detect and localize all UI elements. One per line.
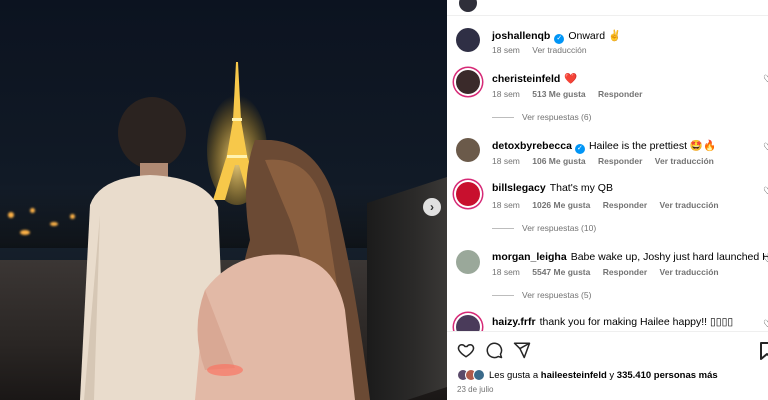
comment-username[interactable]: billslegacy bbox=[492, 182, 546, 194]
likes-summary: Les gusta a haileesteinfeld y 335.410 pe… bbox=[457, 369, 718, 381]
comment-body: ❤️ bbox=[564, 73, 578, 85]
avatar[interactable] bbox=[456, 28, 480, 52]
translate-link[interactable]: Ver traducción bbox=[532, 45, 586, 55]
comment-meta: 18 sem 513 Me gusta Responder bbox=[492, 89, 652, 99]
comment-likes[interactable]: 106 Me gusta bbox=[532, 156, 585, 166]
next-photo-button[interactable]: › bbox=[423, 198, 441, 216]
woman-figure bbox=[195, 140, 370, 400]
heart-icon[interactable]: ♡ bbox=[763, 186, 768, 197]
comment-meta: 18 sem 5547 Me gusta Responder Ver tradu… bbox=[492, 267, 729, 277]
post-photo: › bbox=[0, 0, 447, 400]
heart-icon[interactable]: ♡ bbox=[763, 142, 768, 153]
city-light bbox=[8, 212, 14, 218]
comment-text: morgan_leigha Babe wake up, Joshy just ha… bbox=[492, 251, 768, 263]
view-replies-label[interactable]: Ver respuestas (5) bbox=[522, 290, 591, 300]
post-footer: Les gusta a haileesteinfeld y 335.410 pe… bbox=[447, 331, 768, 400]
caption-text: joshallenqb ✓ Onward ✌️ bbox=[492, 29, 621, 44]
comment-username[interactable]: morgan_leigha bbox=[492, 251, 567, 263]
caption-username[interactable]: joshallenqb bbox=[492, 30, 550, 42]
city-light bbox=[20, 230, 30, 235]
like-icon[interactable] bbox=[457, 341, 475, 359]
replies-line bbox=[492, 295, 514, 297]
city-light bbox=[50, 222, 58, 226]
avatar[interactable] bbox=[456, 250, 480, 274]
comment-meta: 18 sem 1026 Me gusta Responder Ver tradu… bbox=[492, 200, 729, 210]
comment-body: Hailee is the prettiest 🤩🔥 bbox=[588, 140, 717, 152]
caption-meta: 18 sem Ver traducción bbox=[492, 45, 597, 55]
comment-body: That's my QB bbox=[549, 182, 613, 194]
comment-time: 18 sem bbox=[492, 156, 520, 166]
reply-button[interactable]: Responder bbox=[603, 267, 647, 277]
translate-link[interactable]: Ver traducción bbox=[660, 267, 719, 277]
replies-line bbox=[492, 117, 514, 119]
view-replies[interactable]: Ver respuestas (10) bbox=[492, 223, 596, 233]
avatar[interactable] bbox=[456, 138, 480, 162]
likes-prefix: Les gusta a bbox=[489, 369, 539, 381]
avatar[interactable] bbox=[459, 0, 477, 12]
likes-count[interactable]: 335.410 personas más bbox=[617, 370, 718, 381]
heart-icon[interactable]: ♡ bbox=[763, 74, 768, 85]
avatar bbox=[473, 369, 485, 381]
city-light bbox=[70, 214, 75, 219]
comment-username[interactable]: haizy.frfr bbox=[492, 316, 536, 328]
avatar[interactable] bbox=[456, 70, 480, 94]
post-date: 23 de julio bbox=[457, 385, 494, 394]
heart-icon[interactable]: ♡ bbox=[763, 254, 768, 265]
view-replies[interactable]: Ver respuestas (5) bbox=[492, 290, 591, 300]
replies-line bbox=[492, 228, 514, 230]
comment-username[interactable]: cheristeinfeld bbox=[492, 73, 560, 85]
view-replies-label[interactable]: Ver respuestas (6) bbox=[522, 112, 591, 122]
panel-top-strip bbox=[447, 0, 768, 16]
comments-panel: joshallenqb ✓ Onward ✌️ 18 sem Ver traducc… bbox=[447, 0, 768, 400]
view-replies-label[interactable]: Ver respuestas (10) bbox=[522, 223, 596, 233]
reply-button[interactable]: Responder bbox=[598, 156, 642, 166]
comment-time: 18 sem bbox=[492, 89, 520, 99]
heart-icon[interactable]: ♡ bbox=[763, 319, 768, 330]
caption-time: 18 sem bbox=[492, 45, 520, 55]
comment-likes[interactable]: 5547 Me gusta bbox=[532, 267, 590, 277]
comment-time: 18 sem bbox=[492, 200, 520, 210]
share-icon[interactable] bbox=[513, 341, 531, 359]
comment-username[interactable]: detoxbyrebecca bbox=[492, 140, 572, 152]
comment-icon[interactable] bbox=[485, 341, 503, 359]
comment-text: detoxbyrebecca ✓ Hailee is the prettiest 🤩… bbox=[492, 139, 716, 154]
city-light bbox=[30, 208, 35, 213]
reply-button[interactable]: Responder bbox=[603, 200, 647, 210]
comment-meta: 18 sem 106 Me gusta Responder Ver traduc… bbox=[492, 156, 724, 166]
likes-text: Les gusta a haileesteinfeld y 335.410 pe… bbox=[489, 370, 718, 381]
comment-text: cheristeinfeld ❤️ bbox=[492, 72, 577, 85]
reply-button[interactable]: Responder bbox=[598, 89, 642, 99]
comment-text: billslegacy That's my QB bbox=[492, 182, 613, 194]
likes-middle: y bbox=[609, 369, 615, 381]
comment-likes[interactable]: 1026 Me gusta bbox=[532, 200, 590, 210]
comment-time: 18 sem bbox=[492, 267, 520, 277]
comment-body: Babe wake up, Joshy just hard launched H… bbox=[570, 251, 768, 263]
avatar[interactable] bbox=[456, 182, 480, 206]
comment-body: thank you for making Hailee happy!! ▯▯▯▯ bbox=[539, 316, 734, 328]
likes-user[interactable]: haileesteinfeld bbox=[541, 370, 607, 381]
verified-icon: ✓ bbox=[574, 144, 585, 154]
translate-link[interactable]: Ver traducción bbox=[655, 156, 714, 166]
comment-likes[interactable]: 513 Me gusta bbox=[532, 89, 585, 99]
caption-body: Onward ✌️ bbox=[568, 30, 622, 42]
translate-link[interactable]: Ver traducción bbox=[660, 200, 719, 210]
chevron-right-icon: › bbox=[430, 200, 434, 214]
view-replies[interactable]: Ver respuestas (6) bbox=[492, 112, 591, 122]
action-bar bbox=[457, 341, 531, 361]
verified-icon: ✓ bbox=[554, 34, 565, 44]
bookmark-icon[interactable] bbox=[760, 342, 768, 360]
comment-text: haizy.frfr thank you for making Hailee ha… bbox=[492, 316, 733, 328]
